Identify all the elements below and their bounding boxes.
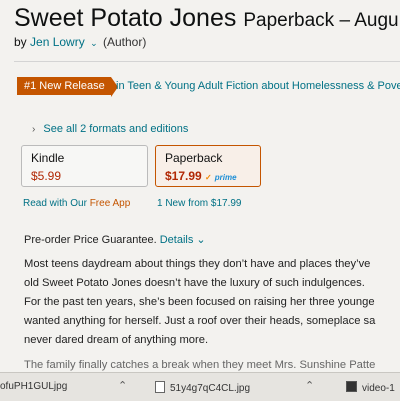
format-price: $5.99 (31, 169, 62, 183)
description-line: wanted anything for herself. Just a roof… (24, 315, 376, 327)
product-title-text: Sweet Potato Jones (14, 4, 237, 32)
divider (14, 61, 400, 62)
description-line: old Sweet Potato Jones doesn’t have the … (24, 277, 365, 289)
format-name: Kindle (31, 151, 65, 165)
product-title: Sweet Potato Jones Paperback – Augu (14, 4, 399, 33)
chevron-right-icon: › (32, 124, 36, 135)
download-bar: ofuPH1GULjpg ⌃ 51y4g7qC4CL.jpg ⌃ video-1 (0, 372, 400, 401)
details-link[interactable]: Details ⌄ (160, 234, 206, 246)
chevron-up-icon[interactable]: ⌃ (305, 379, 314, 392)
format-option-paperback[interactable]: Paperback $17.99 ✓ prime (155, 145, 261, 187)
description-line: For the past ten years, she’s been focus… (24, 296, 375, 308)
file-icon (155, 381, 165, 393)
new-release-badge[interactable]: #1 New Release (17, 77, 118, 97)
author-role: (Author) (102, 35, 147, 49)
free-app-label: Free App (89, 198, 131, 209)
bestseller-category-link[interactable]: in Teen & Young Adult Fiction about Home… (116, 80, 400, 92)
prime-badge: prime (214, 173, 237, 182)
download-filename: ofuPH1GULjpg (0, 381, 68, 392)
byline: by Jen Lowry ⌄ (Author) (14, 35, 146, 49)
download-item[interactable]: 51y4g7qC4CL.jpg (155, 381, 250, 394)
kindle-app-prefix: Read with Our (23, 198, 87, 209)
description-line: Most teens daydream about things they do… (24, 258, 371, 270)
download-item[interactable]: video-1 (346, 381, 395, 394)
download-filename: video-1 (362, 383, 395, 394)
prime-check-icon: ✓ (205, 173, 212, 182)
kindle-app-link[interactable]: Read with Our Free App (23, 198, 130, 209)
download-filename: 51y4g7qC4CL.jpg (170, 383, 251, 394)
chevron-down-icon[interactable]: ⌄ (90, 38, 98, 48)
author-link[interactable]: Jen Lowry (30, 35, 85, 49)
chevron-down-icon: ⌄ (196, 234, 206, 246)
price-guarantee: Pre-order Price Guarantee. Details ⌄ (24, 233, 206, 246)
see-all-formats-label: See all 2 formats and editions (43, 123, 189, 135)
chevron-up-icon[interactable]: ⌃ (118, 379, 127, 392)
price-guarantee-text: Pre-order Price Guarantee. (24, 234, 157, 246)
download-item[interactable]: ofuPH1GULjpg (0, 381, 67, 392)
format-option-kindle[interactable]: Kindle $5.99 (21, 145, 148, 187)
description-line: never dared dream of anything more. (24, 334, 209, 346)
book-description: Most teens daydream about things they do… (24, 255, 400, 372)
product-page: Sweet Potato Jones Paperback – Augu by J… (0, 0, 400, 372)
format-name: Paperback (165, 151, 223, 165)
description-line: The family finally catches a break when … (24, 359, 376, 371)
format-date: Paperback – Augu (243, 10, 399, 31)
format-price: $17.99 (165, 169, 202, 183)
video-icon (346, 381, 357, 392)
new-offers-link[interactable]: 1 New from $17.99 (157, 198, 242, 209)
by-label: by (14, 35, 27, 49)
format-price-row: $17.99 ✓ prime (165, 169, 251, 183)
see-all-formats-link[interactable]: › See all 2 formats and editions (32, 123, 188, 135)
